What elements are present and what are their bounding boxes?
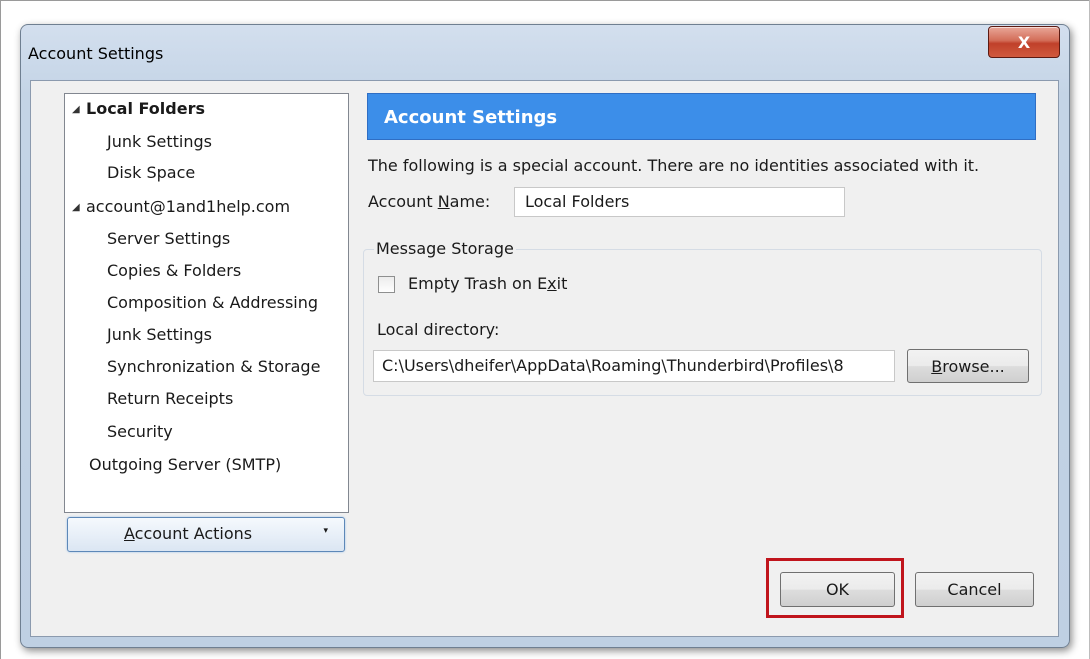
account-name-label: Account Name: xyxy=(368,192,491,211)
close-icon: X xyxy=(1017,32,1031,52)
tree-item-outgoing-server[interactable]: Outgoing Server (SMTP) xyxy=(89,451,281,479)
tree-item-server-settings[interactable]: Server Settings xyxy=(107,225,230,253)
account-actions-label: Account Actions xyxy=(124,524,253,543)
window-title: Account Settings xyxy=(28,44,164,63)
tree-item-disk-space[interactable]: Disk Space xyxy=(107,159,195,187)
tree-item-account[interactable]: ◢ account@1and1help.com xyxy=(72,193,290,221)
tree-item-junk-settings[interactable]: Junk Settings xyxy=(107,128,212,156)
empty-trash-label[interactable]: Empty Trash on Exit xyxy=(408,274,567,293)
local-directory-input[interactable]: C:\Users\dheifer\AppData\Roaming\Thunder… xyxy=(373,350,895,382)
local-directory-label: Local directory: xyxy=(377,320,500,339)
tree-item-return-receipts[interactable]: Return Receipts xyxy=(107,385,233,413)
message-storage-legend: Message Storage xyxy=(374,239,516,258)
account-name-input[interactable]: Local Folders xyxy=(514,187,845,217)
close-button[interactable]: X xyxy=(988,26,1060,58)
account-actions-button[interactable]: Account Actions ▾ xyxy=(67,517,345,552)
collapse-arrow-icon[interactable]: ◢ xyxy=(72,194,86,222)
screenshot-frame-left xyxy=(0,0,1,659)
tree-item-security[interactable]: Security xyxy=(107,418,173,446)
tree-item-composition-addressing[interactable]: Composition & Addressing xyxy=(107,289,318,317)
tree-item-copies-folders[interactable]: Copies & Folders xyxy=(107,257,241,285)
cancel-button[interactable]: Cancel xyxy=(915,572,1034,607)
browse-button[interactable]: Browse... xyxy=(907,349,1029,383)
special-account-note: The following is a special account. Ther… xyxy=(368,156,980,175)
tree-item-synchronization-storage[interactable]: Synchronization & Storage xyxy=(107,353,320,381)
dropdown-arrow-icon: ▾ xyxy=(323,526,328,536)
settings-banner: Account Settings xyxy=(367,93,1036,140)
empty-trash-checkbox[interactable] xyxy=(378,276,395,293)
tree-item-junk-settings-account[interactable]: Junk Settings xyxy=(107,321,212,349)
collapse-arrow-icon[interactable]: ◢ xyxy=(72,96,86,124)
screenshot-frame-top xyxy=(0,0,1090,1)
ok-button[interactable]: OK xyxy=(780,572,895,607)
tree-item-local-folders[interactable]: ◢ Local Folders xyxy=(72,95,205,123)
